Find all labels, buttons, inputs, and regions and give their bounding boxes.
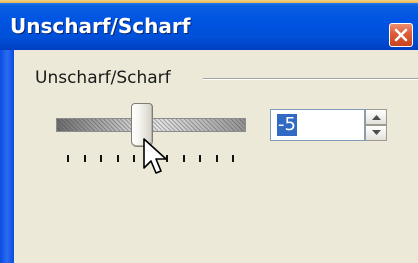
slider-tick xyxy=(232,155,234,162)
slider-tick xyxy=(182,155,185,162)
close-button[interactable] xyxy=(389,23,413,47)
slider-tick xyxy=(133,155,135,162)
spin-down-arrow-icon xyxy=(372,130,381,135)
group-label: Unscharf/Scharf xyxy=(35,68,171,88)
mouse-cursor-icon xyxy=(143,138,167,174)
window-left-border xyxy=(0,50,14,263)
close-icon xyxy=(394,28,408,42)
dialog-window: Unscharf/Scharf Unscharf/Scharf -5 xyxy=(0,0,418,263)
spin-up-arrow-icon xyxy=(372,115,381,120)
slider-tick xyxy=(100,155,102,162)
title-bar[interactable]: Unscharf/Scharf xyxy=(0,0,418,50)
window-title: Unscharf/Scharf xyxy=(10,14,191,38)
slider-tick xyxy=(83,155,86,162)
slider-tick xyxy=(67,155,69,162)
spin-down-button[interactable] xyxy=(365,125,387,141)
spin-input[interactable]: -5 xyxy=(270,109,365,141)
spin-value[interactable]: -5 xyxy=(277,114,297,136)
spin-up-button[interactable] xyxy=(365,109,387,125)
slider-tick xyxy=(199,155,201,162)
slider-tick xyxy=(116,155,119,162)
group-divider xyxy=(203,78,418,80)
slider-tick xyxy=(215,155,218,162)
